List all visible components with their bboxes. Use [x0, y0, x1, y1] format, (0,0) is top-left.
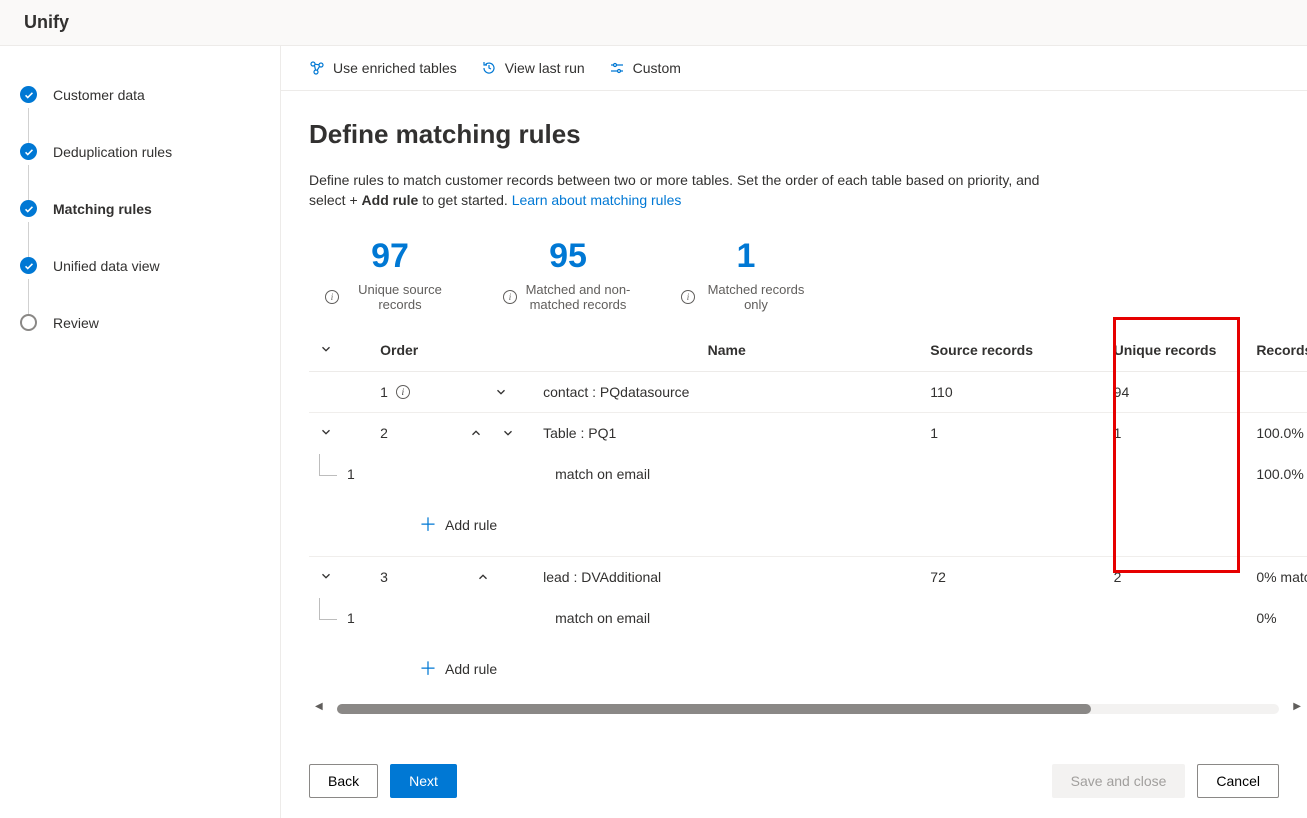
rule-matched: 0%	[1246, 598, 1307, 638]
network-icon	[309, 60, 325, 76]
row-source: 1	[920, 412, 1103, 454]
page-title: Define matching rules	[309, 119, 1307, 150]
column-order[interactable]: Order	[370, 330, 452, 372]
row-name: Table : PQ1	[533, 412, 920, 454]
plus-icon: ＋	[419, 660, 437, 678]
column-unique-records[interactable]: Unique records	[1104, 330, 1247, 372]
checkmark-icon	[20, 257, 37, 274]
step-label: Matching rules	[53, 201, 152, 217]
step-review[interactable]: Review	[20, 314, 260, 331]
add-rule-row: ＋Add rule	[309, 638, 1307, 700]
row-name: lead : DVAdditional	[533, 556, 920, 598]
step-customer-data[interactable]: Customer data	[20, 86, 260, 103]
plus-icon: ＋	[419, 516, 437, 534]
info-icon[interactable]: i	[396, 385, 410, 399]
horizontal-scrollbar[interactable]	[337, 704, 1280, 714]
checkmark-icon	[20, 200, 37, 217]
use-enriched-tables-button[interactable]: Use enriched tables	[309, 60, 457, 76]
row-source: 72	[920, 556, 1103, 598]
tree-connector-icon	[319, 454, 337, 476]
save-and-close-button: Save and close	[1052, 764, 1186, 798]
table-row[interactable]: 1i contact : PQdatasource 110 94	[309, 371, 1307, 412]
learn-link[interactable]: Learn about matching rules	[512, 192, 682, 208]
toolbar-label: View last run	[505, 60, 585, 76]
column-name[interactable]: Name	[533, 330, 920, 372]
stat-label: Unique source records	[345, 282, 455, 312]
column-expand[interactable]	[309, 330, 370, 372]
stat-unique-source: 97 i Unique source records	[325, 237, 455, 312]
chevron-down-icon[interactable]	[494, 385, 508, 399]
info-icon[interactable]: i	[503, 290, 517, 304]
stat-value: 1	[681, 237, 811, 276]
stat-label: Matched records only	[701, 282, 811, 312]
history-icon	[481, 60, 497, 76]
toolbar: Use enriched tables View last run Custom	[281, 46, 1307, 91]
scroll-right-arrow[interactable]: ▶	[1293, 701, 1301, 712]
rule-name: match on email	[533, 598, 920, 638]
info-icon[interactable]: i	[681, 290, 695, 304]
info-icon[interactable]: i	[325, 290, 339, 304]
page-header: Unify	[0, 0, 1307, 46]
stat-matched-only: 1 i Matched records only	[681, 237, 811, 312]
tree-connector-icon	[319, 598, 337, 620]
add-rule-button[interactable]: ＋Add rule	[319, 506, 1307, 544]
scroll-left-arrow[interactable]: ◀	[315, 701, 323, 712]
step-label: Customer data	[53, 87, 145, 103]
rule-name: match on email	[533, 454, 920, 494]
add-rule-row: ＋Add rule	[309, 494, 1307, 557]
toolbar-label: Use enriched tables	[333, 60, 457, 76]
cancel-button[interactable]: Cancel	[1197, 764, 1279, 798]
stat-value: 95	[503, 237, 633, 276]
matching-rules-table: Order Name Source records Unique records…	[309, 330, 1307, 700]
checkmark-icon	[20, 143, 37, 160]
row-source: 110	[920, 371, 1103, 412]
toolbar-label: Custom	[633, 60, 681, 76]
row-name: contact : PQdatasource	[533, 371, 920, 412]
rule-matched: 100.0%	[1246, 454, 1307, 494]
sliders-icon	[609, 60, 625, 76]
page-description: Define rules to match customer records b…	[309, 170, 1049, 211]
chevron-down-icon	[319, 342, 333, 356]
chevron-down-icon[interactable]	[319, 425, 333, 439]
circle-icon	[20, 314, 37, 331]
step-deduplication[interactable]: Deduplication rules	[20, 143, 260, 160]
row-unique: 94	[1104, 371, 1247, 412]
table-row[interactable]: 3 lead : DVAdditional 72 2 0% matched	[309, 556, 1307, 598]
step-unified-data-view[interactable]: Unified data view	[20, 257, 260, 274]
add-rule-button[interactable]: ＋Add rule	[319, 650, 1307, 688]
stat-matched-nonmatched: 95 i Matched and non-matched records	[503, 237, 633, 312]
row-matched: 100.0% matched	[1246, 412, 1307, 454]
back-button[interactable]: Back	[309, 764, 378, 798]
rule-row[interactable]: 1 match on email 0%	[309, 598, 1307, 638]
row-matched	[1246, 371, 1307, 412]
rule-row[interactable]: 1 match on email 100.0%	[309, 454, 1307, 494]
footer: Back Next Save and close Cancel	[281, 744, 1307, 818]
stat-label: Matched and non-matched records	[523, 282, 633, 312]
step-label: Review	[53, 315, 99, 331]
checkmark-icon	[20, 86, 37, 103]
step-matching-rules[interactable]: Matching rules	[20, 200, 260, 217]
next-button[interactable]: Next	[390, 764, 457, 798]
chevron-down-icon[interactable]	[319, 569, 333, 583]
wizard-sidebar: Customer data Deduplication rules Matchi…	[0, 46, 280, 818]
custom-button[interactable]: Custom	[609, 60, 681, 76]
column-source-records[interactable]: Source records	[920, 330, 1103, 372]
chevron-up-icon[interactable]	[476, 570, 490, 584]
chevron-up-icon[interactable]	[469, 426, 483, 440]
chevron-down-icon[interactable]	[501, 426, 515, 440]
table-row[interactable]: 2 Table : PQ1 1 1 100.0% matched	[309, 412, 1307, 454]
row-unique: 1	[1104, 412, 1247, 454]
scrollbar-thumb[interactable]	[337, 704, 1091, 714]
step-label: Unified data view	[53, 258, 160, 274]
column-records-matched[interactable]: Records matched	[1246, 330, 1307, 372]
step-label: Deduplication rules	[53, 144, 172, 160]
stat-value: 97	[325, 237, 455, 276]
view-last-run-button[interactable]: View last run	[481, 60, 585, 76]
row-matched: 0% matched	[1246, 556, 1307, 598]
row-unique: 2	[1104, 556, 1247, 598]
